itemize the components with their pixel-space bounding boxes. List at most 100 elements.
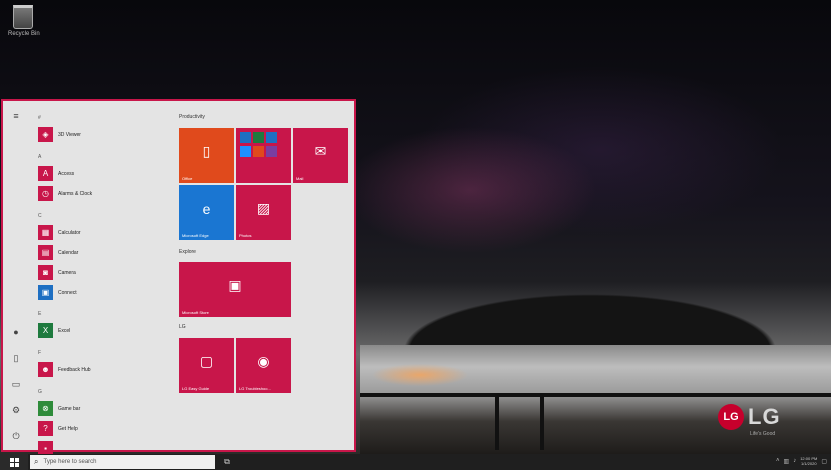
app-label: Game bar (58, 405, 81, 412)
taskbar-search-box[interactable]: ⌕ Type here to search (30, 455, 215, 469)
section-header[interactable]: A (38, 154, 41, 160)
notifications-icon[interactable]: ▢ (821, 458, 827, 465)
app-label: 3D Viewer (58, 131, 81, 138)
tile-edge[interactable]: e Microsoft Edge (179, 185, 234, 240)
tile-label: Microsoft Edge (182, 233, 209, 238)
clock-icon: ◷ (38, 186, 53, 201)
tile-label: LG Easy Guide (182, 386, 210, 391)
taskbar: ⌕ Type here to search ⧉ ˄ ▥ ♪ 12:00 PM 1… (0, 454, 831, 470)
camera-icon: ◙ (38, 265, 53, 280)
recycle-bin-label: Recycle Bin (8, 31, 40, 37)
photos-icon: ▨ (256, 200, 271, 216)
tile-photos[interactable]: ▨ Photos (236, 185, 291, 240)
tile-store[interactable]: ▣ Microsoft Store (179, 262, 291, 317)
pier-post (540, 395, 544, 450)
group-title-explore[interactable]: Explore (179, 249, 196, 255)
section-header[interactable]: E (38, 311, 41, 317)
calendar-icon: ▤ (38, 245, 53, 260)
section-header[interactable]: F (38, 350, 41, 356)
start-menu: ≡ ● ▯ ▭ ⚙ ⏻ # ◈ 3D Viewer A A Access ◷ A… (1, 99, 356, 456)
lg-logo-circle: LG (718, 404, 744, 430)
document-icon[interactable]: ▯ (11, 353, 21, 363)
network-icon[interactable]: ▥ (784, 458, 790, 465)
store-icon: ▣ (228, 277, 242, 293)
tile-label: Microsoft Store (182, 310, 209, 315)
onedrive-icon (240, 146, 251, 157)
search-icon: ⌕ (34, 457, 39, 466)
app-item-calendar[interactable]: ▤ Calendar (38, 245, 78, 260)
tile-lg-troubleshooting[interactable]: ◉ LG Troubleshoo... (236, 338, 291, 393)
chevron-up-icon[interactable]: ˄ (776, 458, 780, 464)
connect-icon: ▣ (38, 285, 53, 300)
sunset-glow (360, 360, 480, 390)
feedback-icon: ☻ (38, 362, 53, 377)
outlook-icon (266, 132, 277, 143)
powerpoint-icon (253, 146, 264, 157)
calculator-icon: ▦ (38, 225, 53, 240)
app-item-calculator[interactable]: ▦ Calculator (38, 225, 81, 240)
task-view-icon[interactable]: ⧉ (222, 457, 232, 467)
start-rail: ≡ ● ▯ ▭ ⚙ ⏻ (3, 101, 29, 450)
power-icon[interactable]: ⏻ (11, 431, 21, 441)
app-item-access[interactable]: A Access (38, 166, 74, 181)
mail-icon: ✉ (314, 143, 327, 159)
app-item-game-bar[interactable]: ⊗ Game bar (38, 401, 80, 416)
tile-label: LG Troubleshoo... (239, 386, 271, 391)
tile-lg-easy-guide[interactable]: ▢ LG Easy Guide (179, 338, 234, 393)
app-label: Alarms & Clock (58, 190, 93, 197)
app-label: Access (58, 170, 75, 177)
app-label: Connect (58, 289, 77, 296)
user-icon[interactable]: ● (11, 327, 21, 337)
clock[interactable]: 12:00 PM 1/1/2020 (800, 456, 817, 466)
tile-office[interactable]: ▯ Office (179, 128, 234, 183)
edge-icon: e (202, 200, 211, 217)
app-label: Excel (58, 327, 71, 334)
word-icon (240, 132, 251, 143)
app-item-feedback-hub[interactable]: ☻ Feedback Hub (38, 362, 91, 377)
app-label: Calendar (58, 249, 79, 256)
clock-date: 1/1/2020 (800, 461, 817, 466)
lg-logo-sub: Life's Good (750, 431, 776, 437)
group-title-productivity[interactable]: Productivity (179, 114, 205, 120)
excel-icon: X (38, 323, 53, 338)
volume-icon[interactable]: ♪ (793, 458, 796, 464)
access-icon: A (38, 166, 53, 181)
app-item-get-help[interactable]: ? Get Help (38, 421, 78, 436)
settings-icon[interactable]: ⚙ (11, 405, 21, 415)
office-icon: ▯ (202, 143, 211, 159)
app-item-camera[interactable]: ◙ Camera (38, 265, 76, 280)
troubleshoot-icon: ◉ (257, 353, 270, 369)
pier-post (495, 395, 499, 450)
onenote-icon (266, 146, 277, 157)
search-placeholder: Type here to search (43, 459, 97, 465)
help-icon: ? (38, 421, 53, 436)
3d-viewer-icon: ◈ (38, 127, 53, 142)
app-item-connect[interactable]: ▣ Connect (38, 285, 77, 300)
section-header[interactable]: G (38, 389, 42, 395)
lg-logo-text: LG (748, 404, 781, 429)
tile-label: Office (182, 176, 193, 181)
app-label: Camera (58, 269, 76, 276)
app-item-3d-viewer[interactable]: ◈ 3D Viewer (38, 127, 81, 142)
tile-office-apps-folder[interactable] (236, 128, 291, 183)
recycle-bin-icon (13, 5, 33, 29)
landscape-hill (360, 255, 831, 350)
pier-deck (360, 393, 831, 397)
guide-icon: ▢ (199, 353, 214, 369)
section-header[interactable]: C (38, 213, 42, 219)
start-button[interactable] (0, 454, 28, 470)
app-label: Feedback Hub (58, 366, 91, 373)
app-item-alarms[interactable]: ◷ Alarms & Clock (38, 186, 92, 201)
tile-label: Photos (239, 233, 252, 238)
windows-logo-icon (9, 457, 19, 467)
section-header[interactable]: # (38, 115, 41, 121)
hamburger-icon[interactable]: ≡ (11, 111, 21, 121)
tile-label: Mail (296, 176, 304, 181)
app-label: Calculator (58, 229, 81, 236)
tile-mail[interactable]: ✉ Mail (293, 128, 348, 183)
app-item-excel[interactable]: X Excel (38, 323, 70, 338)
recycle-bin[interactable]: Recycle Bin (8, 5, 40, 37)
pictures-icon[interactable]: ▭ (11, 379, 21, 389)
xbox-icon: ⊗ (38, 401, 53, 416)
group-title-lg[interactable]: LG (179, 324, 186, 330)
